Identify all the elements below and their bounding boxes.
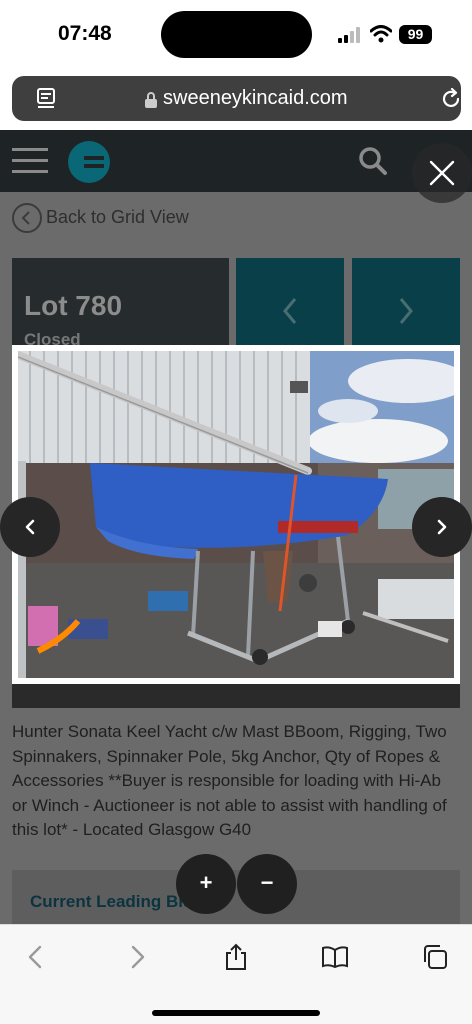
thumbnail-strip <box>12 680 460 708</box>
address-bar[interactable]: sweeneykincaid.com <box>12 76 461 121</box>
lot-description: Hunter Sonata Keel Yacht c/w Mast BBoom,… <box>12 722 447 839</box>
site-header <box>0 130 472 192</box>
chevron-right-icon <box>437 519 447 535</box>
chevron-left-icon <box>283 298 297 324</box>
hamburger-icon[interactable] <box>12 148 48 174</box>
back-arrow-icon[interactable] <box>22 943 50 971</box>
wifi-icon <box>370 25 392 43</box>
close-icon <box>429 160 455 186</box>
url-text: sweeneykincaid.com <box>163 87 348 109</box>
forward-arrow-icon[interactable] <box>123 943 151 971</box>
chevron-left-icon <box>25 519 35 535</box>
address-bar-area: sweeneykincaid.com <box>0 70 472 130</box>
next-lot-button[interactable] <box>352 258 460 358</box>
lot-photo[interactable] <box>18 351 454 678</box>
browser-toolbar <box>0 924 472 1024</box>
chevron-right-icon <box>399 298 413 324</box>
next-image-button[interactable] <box>412 497 472 557</box>
chevron-left-circle-icon <box>12 203 42 233</box>
close-lightbox-button[interactable] <box>412 143 472 203</box>
dynamic-island <box>161 11 312 58</box>
previous-image-button[interactable] <box>0 497 60 557</box>
status-bar: 07:48 99 <box>0 0 472 70</box>
status-time: 07:48 <box>58 22 112 45</box>
search-icon[interactable] <box>358 146 388 176</box>
current-bid-label: Current Leading Bid <box>30 892 194 911</box>
yacht-photo-illustration <box>18 351 454 678</box>
reload-icon[interactable] <box>440 88 462 110</box>
previous-lot-button[interactable] <box>236 258 344 358</box>
lot-card: Lot 780 Closed <box>12 258 229 358</box>
tabs-icon[interactable] <box>421 943 449 971</box>
zoom-in-button[interactable]: + <box>176 854 236 914</box>
zoom-out-button[interactable]: − <box>237 854 297 914</box>
home-indicator <box>152 1010 320 1016</box>
bookmarks-icon[interactable] <box>321 943 349 971</box>
current-bid-panel: Current Leading Bid <box>12 870 460 924</box>
back-link-label: Back to Grid View <box>46 207 189 227</box>
lightbox-frame <box>12 345 460 684</box>
lot-title: Lot 780 <box>24 290 123 321</box>
reader-icon[interactable] <box>36 88 56 110</box>
cellular-signal-icon <box>338 27 360 43</box>
lock-icon <box>145 92 157 108</box>
share-icon[interactable] <box>222 943 250 971</box>
battery-indicator: 99 <box>399 25 432 44</box>
site-logo[interactable] <box>68 141 110 183</box>
